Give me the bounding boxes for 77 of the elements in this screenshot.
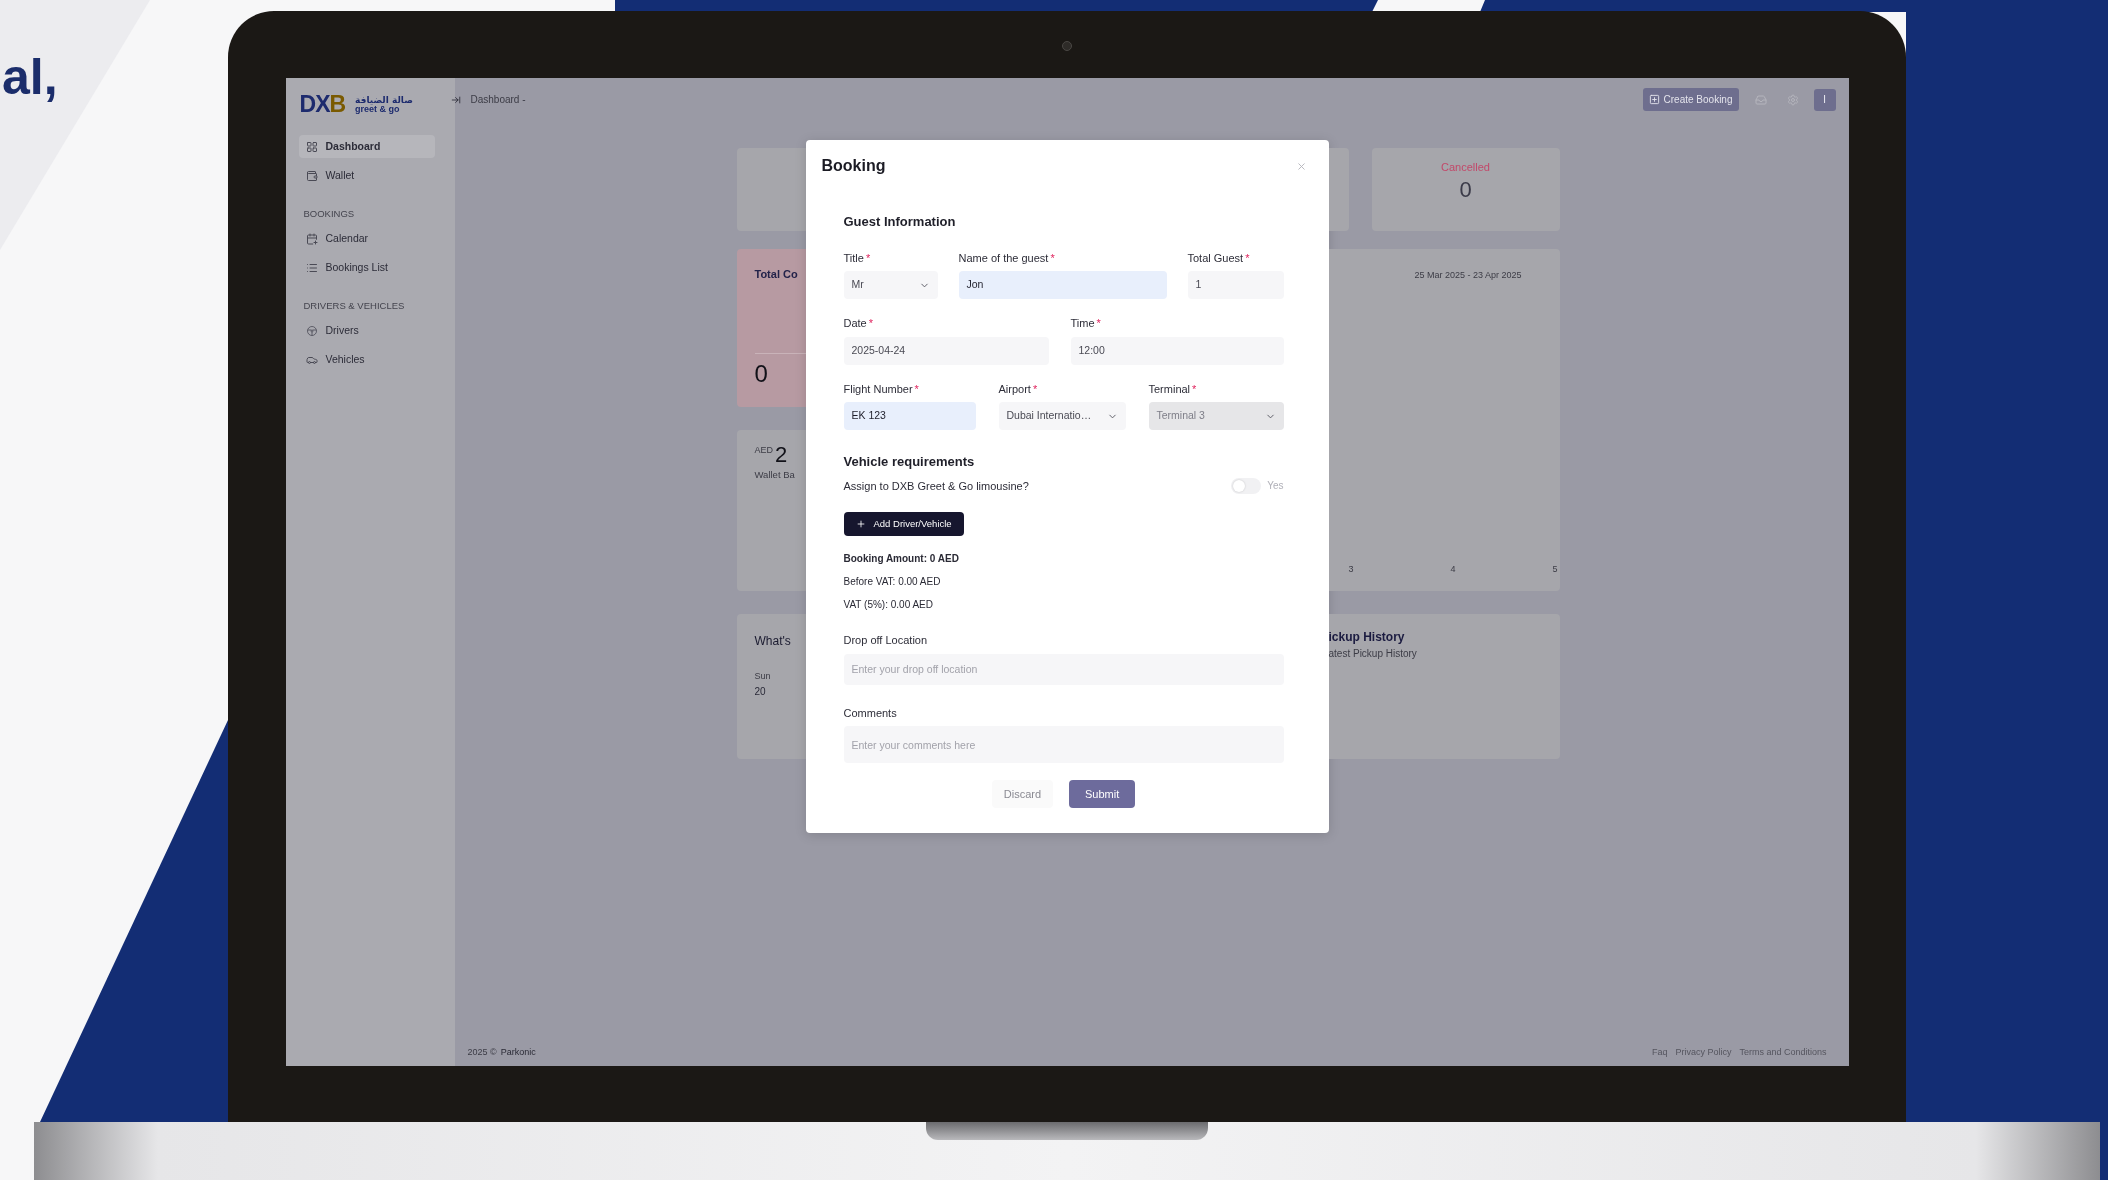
field-label: Terminal * [1148, 381, 1198, 397]
axis-label: 4 [1450, 562, 1456, 576]
card-label: Cancelled [1441, 160, 1490, 175]
toggle-label: Yes [1267, 479, 1284, 494]
card-title: Total Co [754, 267, 799, 282]
input-field[interactable]: Jon [958, 271, 1167, 299]
toggle-switch[interactable] [1231, 477, 1262, 494]
card-value: 0 [1459, 175, 1472, 203]
sidebar-item[interactable]: Calendar [298, 227, 435, 251]
field-label: Title * [843, 250, 872, 266]
submit-button[interactable]: Submit [1069, 780, 1136, 808]
input-field[interactable]: 2025-04-24 [843, 336, 1049, 365]
section-heading: Guest Information [843, 213, 957, 231]
tagline-fragment: al, [2, 52, 58, 102]
axis-label: 3 [1348, 562, 1354, 576]
list-icon [305, 261, 318, 274]
sidebar-item[interactable]: Vehicles [298, 348, 435, 372]
input-field[interactable]: 1 [1187, 271, 1284, 299]
card-caption: Wallet Ba [754, 468, 796, 482]
card-title: What's [754, 633, 792, 650]
logo-name: greet & go [355, 104, 401, 114]
settings-icon[interactable] [1786, 93, 1799, 106]
section-heading: BOOKINGS [302, 207, 356, 221]
comments-field[interactable]: Enter your comments here [843, 726, 1284, 763]
user-avatar[interactable]: I [1813, 88, 1836, 111]
currency-label: AED [754, 444, 773, 457]
weekday-label: Sun [754, 670, 772, 683]
sidebar-item[interactable]: Drivers [298, 319, 435, 343]
amount-text: VAT (5%): 0.00 AED [843, 598, 934, 612]
discard-button[interactable]: Discard [991, 780, 1054, 808]
company-link[interactable]: Parkonic [500, 1045, 536, 1060]
car-icon [305, 354, 318, 366]
wallet-amount: 2 [775, 444, 788, 466]
axis-label: 5 [1552, 562, 1558, 576]
sidebar-item[interactable]: Dashboard [298, 135, 435, 158]
field-label: Date * [843, 316, 875, 331]
field-label: Flight Number * [843, 381, 920, 397]
dialog-title: Booking [821, 156, 886, 176]
create-booking-button[interactable]: Create Booking [1642, 88, 1739, 111]
field-label: Name of the guest * [958, 250, 1056, 266]
sidebar-item[interactable]: Bookings List [298, 256, 435, 280]
field-label: Drop off Location [843, 633, 929, 648]
collapse-icon[interactable] [450, 94, 461, 105]
drop-off-location-field[interactable]: Enter your drop off location [843, 653, 1284, 685]
plus-icon [855, 519, 866, 529]
field-label: Airport * [998, 381, 1039, 397]
section-heading: DRIVERS & VEHICLES [302, 299, 406, 314]
card-title: ickup History [1328, 629, 1406, 646]
grid-icon [305, 140, 318, 153]
card-value: 0 [754, 361, 769, 386]
sidebar-item[interactable]: Wallet [298, 164, 435, 187]
calendar-icon [305, 232, 318, 245]
wallet-icon [305, 169, 318, 182]
add-driver-vehicle-button[interactable]: Add Driver/Vehicle [843, 512, 964, 536]
breadcrumb[interactable]: Dashboard - [470, 92, 526, 107]
field-label: Total Guest * [1187, 250, 1251, 266]
card-subtitle: atest Pickup History [1328, 647, 1418, 661]
amount-text: Before VAT: 0.00 AED [843, 575, 942, 589]
logo-arabic-text: صالة الضيافة [355, 95, 413, 105]
field-label: Comments [843, 705, 898, 721]
section-heading: Vehicle requirements [843, 453, 976, 471]
date-number: 20 [754, 684, 767, 699]
question-text: Assign to DXB Greet & Go limousine? [843, 478, 1029, 494]
steering-wheel-icon [305, 325, 318, 337]
input-field[interactable]: EK 123 [843, 402, 976, 430]
input-field[interactable]: 12:00 [1070, 336, 1284, 365]
plus-square-icon [1648, 94, 1660, 105]
field-label: Time * [1070, 316, 1102, 331]
copyright-text: 2025 © [467, 1045, 497, 1059]
camera-icon [1062, 41, 1072, 51]
close-icon [1296, 160, 1307, 172]
select-field[interactable]: Mr [843, 271, 938, 299]
select-field[interactable]: Dubai Internatio… [998, 402, 1126, 430]
logo-mark: DXB [299, 93, 346, 116]
date-range: 25 Mar 2025 - 23 Apr 2025 [1414, 269, 1522, 282]
tray-icon[interactable] [1754, 93, 1767, 106]
amount-text: Booking Amount: 0 AED [843, 552, 960, 566]
